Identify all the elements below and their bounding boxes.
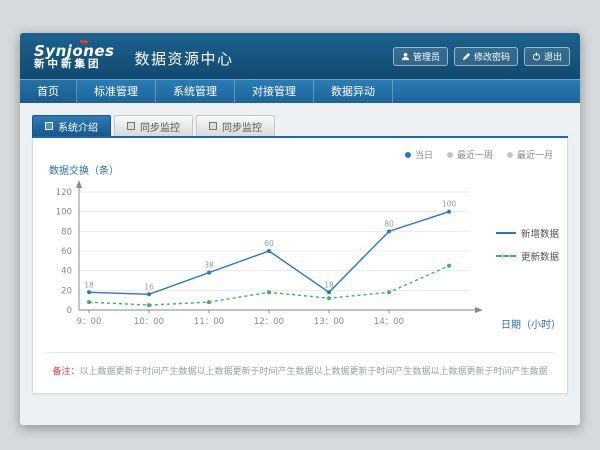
svg-text:100: 100 bbox=[442, 200, 457, 209]
legend-updated-data[interactable]: 更新数据 bbox=[496, 249, 559, 263]
filter-label: 最近一月 bbox=[517, 148, 553, 161]
svg-text:14：00: 14：00 bbox=[374, 317, 404, 327]
nav-item-standard-mgmt[interactable]: 标准管理 bbox=[77, 80, 156, 103]
solid-line-icon bbox=[496, 232, 516, 234]
svg-text:100: 100 bbox=[56, 208, 72, 218]
page-title: 数据资源中心 bbox=[135, 48, 234, 69]
line-chart: 0 20 40 60 80 100 120 9：00 10：00 11：00 12：00 13：00 1… bbox=[41, 178, 513, 340]
tab-system-intro[interactable]: 系统介绍 bbox=[32, 115, 111, 136]
legend-label: 更新数据 bbox=[521, 249, 559, 263]
svg-text:11：00: 11：00 bbox=[194, 317, 224, 327]
note-divider bbox=[47, 352, 553, 353]
main-nav: 首页 标准管理 系统管理 对接管理 数据异动 bbox=[20, 79, 580, 103]
svg-text:60: 60 bbox=[61, 247, 72, 257]
nav-item-connect-mgmt[interactable]: 对接管理 bbox=[235, 80, 314, 103]
svg-text:120: 120 bbox=[56, 188, 72, 198]
tab-icon bbox=[127, 122, 135, 130]
change-password-button[interactable]: 修改密码 bbox=[454, 47, 518, 66]
tab-sync-monitor-1[interactable]: 同步监控 bbox=[114, 115, 193, 136]
svg-text:38: 38 bbox=[204, 261, 214, 270]
svg-text:16: 16 bbox=[144, 282, 154, 291]
svg-text:80: 80 bbox=[384, 219, 394, 228]
filter-label: 最近一周 bbox=[457, 148, 493, 161]
desktop-background: Synjones 新中新集团 数据资源中心 管理员 修改密码 退出 bbox=[0, 0, 600, 450]
footnote: 备注：以上数据更新于时间产生数据以上数据更新于时间产生数据以上数据更新于时间产生… bbox=[33, 364, 567, 377]
svg-text:60: 60 bbox=[264, 239, 274, 248]
svg-text:80: 80 bbox=[61, 227, 72, 237]
chart-panel: 当日 最近一周 最近一月 数据交换（条） 0 20 40 60 80 100 120 9：00… bbox=[32, 138, 568, 394]
app-window: Synjones 新中新集团 数据资源中心 管理员 修改密码 退出 bbox=[20, 33, 580, 425]
logo-text: Synjones bbox=[34, 43, 115, 60]
legend-new-data[interactable]: 新增数据 bbox=[496, 226, 559, 240]
dashed-line-icon bbox=[496, 255, 516, 257]
tab-label: 同步监控 bbox=[140, 119, 180, 134]
filter-dot-icon bbox=[405, 152, 411, 158]
admin-button[interactable]: 管理员 bbox=[393, 47, 448, 66]
y-axis-title: 数据交换（条） bbox=[49, 162, 119, 177]
x-axis-title: 日期（小时） bbox=[501, 316, 561, 331]
svg-text:10：00: 10：00 bbox=[134, 317, 164, 327]
svg-text:9：00: 9：00 bbox=[77, 317, 102, 327]
logo-subtext: 新中新集团 bbox=[34, 59, 115, 71]
brand-logo: Synjones 新中新集团 bbox=[34, 41, 115, 71]
filter-label: 当日 bbox=[415, 148, 433, 161]
logout-label: 退出 bbox=[544, 50, 562, 63]
filter-last-month[interactable]: 最近一月 bbox=[507, 148, 553, 161]
svg-text:18: 18 bbox=[84, 280, 94, 289]
tab-icon bbox=[209, 122, 217, 130]
time-range-filters: 当日 最近一周 最近一月 bbox=[405, 148, 553, 161]
logout-button[interactable]: 退出 bbox=[524, 47, 570, 66]
svg-text:12：00: 12：00 bbox=[254, 317, 284, 327]
svg-text:13：00: 13：00 bbox=[314, 317, 344, 327]
svg-text:0: 0 bbox=[67, 306, 72, 316]
change-password-label: 修改密码 bbox=[474, 50, 510, 63]
user-icon bbox=[401, 52, 410, 61]
tab-label: 系统介绍 bbox=[58, 119, 98, 134]
footnote-label: 备注： bbox=[52, 367, 79, 377]
tab-icon bbox=[45, 122, 53, 130]
admin-button-label: 管理员 bbox=[413, 50, 440, 63]
content-area: 系统介绍 同步监控 同步监控 当日 bbox=[20, 103, 580, 406]
svg-text:18: 18 bbox=[324, 280, 334, 289]
user-actions: 管理员 修改密码 退出 bbox=[393, 47, 570, 66]
filter-dot-icon bbox=[447, 152, 453, 158]
filter-dot-icon bbox=[507, 152, 513, 158]
svg-text:20: 20 bbox=[61, 286, 72, 296]
series-legend: 新增数据 更新数据 bbox=[496, 226, 559, 272]
tab-sync-monitor-2[interactable]: 同步监控 bbox=[196, 115, 275, 136]
tab-strip: 系统介绍 同步监控 同步监控 bbox=[32, 115, 568, 138]
svg-text:40: 40 bbox=[61, 267, 72, 277]
nav-item-data-change[interactable]: 数据异动 bbox=[314, 80, 393, 103]
filter-last-week[interactable]: 最近一周 bbox=[447, 148, 493, 161]
power-icon bbox=[532, 52, 541, 61]
filter-today[interactable]: 当日 bbox=[405, 148, 433, 161]
edit-icon bbox=[462, 52, 471, 61]
nav-item-system-mgmt[interactable]: 系统管理 bbox=[156, 80, 235, 103]
app-header: Synjones 新中新集团 数据资源中心 管理员 修改密码 退出 bbox=[20, 33, 580, 79]
tab-label: 同步监控 bbox=[222, 119, 262, 134]
legend-label: 新增数据 bbox=[521, 226, 559, 240]
nav-item-home[interactable]: 首页 bbox=[20, 80, 77, 103]
footnote-text: 以上数据更新于时间产生数据以上数据更新于时间产生数据以上数据更新于时间产生数据以… bbox=[80, 367, 548, 377]
